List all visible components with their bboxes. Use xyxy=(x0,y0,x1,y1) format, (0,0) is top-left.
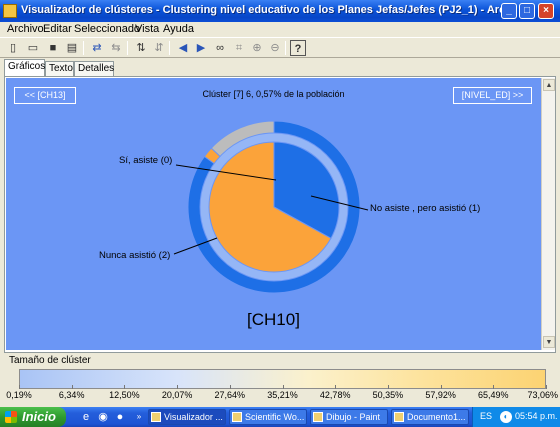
tick-label: 6,34% xyxy=(58,390,85,400)
word-icon xyxy=(394,412,404,422)
tick-mark xyxy=(282,385,284,389)
cluster-size-label: Tamaño de clúster xyxy=(9,355,91,366)
tick-label: 35,21% xyxy=(267,390,298,400)
windows-logo-icon xyxy=(5,411,17,423)
save-icon[interactable]: ■ xyxy=(45,40,61,56)
minimize-button[interactable]: _ xyxy=(501,3,517,19)
select-icon[interactable]: ⌗ xyxy=(231,40,247,56)
tick-mark xyxy=(19,385,20,389)
vertical-scrollbar[interactable]: ▲ ▼ xyxy=(541,78,555,350)
toolbar-separator xyxy=(285,41,286,55)
toolbar-separator xyxy=(169,41,170,55)
title-bar: Visualizador de clústeres - Clustering n… xyxy=(0,0,560,22)
menu-ayuda[interactable]: Ayuda xyxy=(163,23,194,35)
task-paint[interactable]: Dibujo - Paint xyxy=(310,409,388,425)
maximize-button[interactable]: □ xyxy=(519,3,535,19)
tick-mark xyxy=(546,385,547,389)
app-icon xyxy=(151,412,161,422)
sort-icon[interactable]: ⇅ xyxy=(133,40,149,56)
tick-mark xyxy=(177,385,179,389)
label-si-asiste: Sí, asiste (0) xyxy=(119,155,173,166)
chart-area: << [CH13] Clúster [7] 6, 0,57% de la pob… xyxy=(6,78,541,350)
print-icon[interactable]: ▤ xyxy=(64,40,80,56)
task-scientific[interactable]: Scientific Wo... xyxy=(229,409,307,425)
zoom-in-icon[interactable]: ⊕ xyxy=(249,40,265,56)
toolbar: ▯ ▭ ■ ▤ ⇄ ⇆ ⇅ ⇵ ◀ ▶ ∞ ⌗ ⊕ ⊖ ? xyxy=(0,37,560,58)
menu-bar: Archivo Editar Seleccionado Vista Ayuda xyxy=(0,22,560,37)
tab-detalles[interactable]: Detalles xyxy=(74,61,114,76)
start-button[interactable]: Inicio xyxy=(0,407,66,427)
filter-icon[interactable]: ⇵ xyxy=(151,40,167,56)
variable-name: [CH10] xyxy=(247,310,300,329)
menu-archivo[interactable]: Archivo xyxy=(7,23,44,35)
tab-strip: Gráficos Texto Detalles xyxy=(0,59,560,76)
media-icon[interactable]: ◉ xyxy=(96,410,110,424)
taskbar: Inicio e ◉ ● » Visualizador ... Scientif… xyxy=(0,407,560,427)
inner-pie xyxy=(208,141,340,273)
app-icon xyxy=(3,4,17,18)
tick-label: 12,50% xyxy=(109,390,140,400)
window-title: Visualizador de clústeres - Clustering n… xyxy=(21,4,511,16)
language-indicator[interactable]: ES xyxy=(480,411,492,421)
zoom-out-icon[interactable]: ⊖ xyxy=(267,40,283,56)
binoculars-icon[interactable]: ∞ xyxy=(212,40,228,56)
task-documento[interactable]: Documento1... xyxy=(391,409,469,425)
tick-label: 65,49% xyxy=(478,390,509,400)
next-icon[interactable]: ▶ xyxy=(193,40,209,56)
scroll-up-icon[interactable]: ▲ xyxy=(543,79,555,91)
app-icon xyxy=(232,412,242,422)
tick-label: 0,19% xyxy=(6,390,32,400)
label-no-asiste: No asiste , pero asistió (1) xyxy=(370,203,481,214)
new-icon[interactable]: ▯ xyxy=(5,40,21,56)
tick-mark xyxy=(229,385,231,389)
tick-mark xyxy=(71,385,73,389)
more-icon[interactable]: » xyxy=(132,410,146,424)
ie-icon[interactable]: e xyxy=(79,410,93,424)
tab-graficos[interactable]: Gráficos xyxy=(4,59,45,76)
toolbar-separator xyxy=(83,41,84,55)
tick-label: 20,07% xyxy=(161,390,193,400)
scroll-down-icon[interactable]: ▼ xyxy=(543,336,555,348)
menu-editar[interactable]: Editar xyxy=(43,23,72,35)
tab-texto[interactable]: Texto xyxy=(45,61,74,76)
tick-label: 27,64% xyxy=(214,390,246,400)
network-icon[interactable]: ◐ xyxy=(500,411,512,423)
label-nunca-asistio: Nunca asistió (2) xyxy=(99,250,171,261)
menu-seleccionado[interactable]: Seleccionado xyxy=(74,23,140,35)
clock: 05:54 p.m. xyxy=(515,411,558,421)
tick-label: 73,06% xyxy=(527,390,558,400)
firefox-icon[interactable]: ● xyxy=(113,410,127,424)
refresh-icon[interactable]: ⇆ xyxy=(108,40,124,56)
tick-mark xyxy=(493,385,495,389)
tick-label: 57,92% xyxy=(425,390,456,400)
start-label: Inicio xyxy=(22,409,56,424)
prev-icon[interactable]: ◀ xyxy=(175,40,191,56)
tick-mark xyxy=(387,385,389,389)
task-visualizador[interactable]: Visualizador ... xyxy=(148,409,226,425)
open-icon[interactable]: ▭ xyxy=(25,40,41,56)
close-button[interactable]: × xyxy=(538,3,554,19)
tick-mark xyxy=(440,385,442,389)
system-tray: ES ◐ 05:54 p.m. xyxy=(472,407,560,427)
tick-mark xyxy=(124,385,126,389)
tick-label: 42,78% xyxy=(319,390,351,400)
menu-vista[interactable]: Vista xyxy=(135,23,159,35)
tick-label: 50,35% xyxy=(372,390,404,400)
toolbar-separator xyxy=(127,41,128,55)
help-icon[interactable]: ? xyxy=(290,40,306,56)
paint-icon xyxy=(313,412,323,422)
tick-mark xyxy=(335,385,337,389)
swap-icon[interactable]: ⇄ xyxy=(89,40,105,56)
